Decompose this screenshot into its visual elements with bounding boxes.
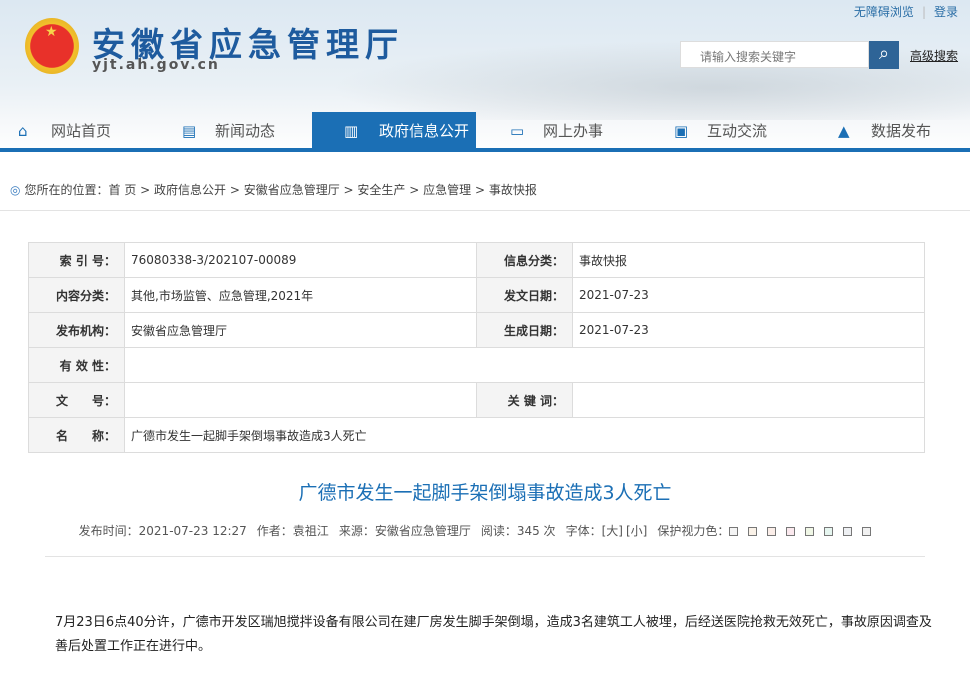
home-icon: ⌂ [18, 122, 28, 140]
site-domain: yjt.ah.gov.cn [92, 57, 220, 73]
table-row: 索 引 号： 76080338-3/202107-00089 信息分类： 事故快报 [28, 242, 925, 278]
monitor-icon: ▭ [510, 122, 525, 140]
breadcrumb-link[interactable]: 事故快报 [489, 183, 537, 197]
breadcrumb-link[interactable]: 首 页 [109, 183, 137, 197]
font-large-button[interactable]: [大] [602, 524, 623, 538]
table-row: 内容分类： 其他,市场监管、应急管理,2021年 发文日期： 2021-07-23 [28, 277, 925, 313]
location-pin-icon: ◎ [10, 183, 21, 197]
info-table: 索 引 号： 76080338-3/202107-00089 信息分类： 事故快报 内… [28, 242, 925, 453]
table-row: 名 称： 广德市发生一起脚手架倒塌事故造成3人死亡 [28, 417, 925, 453]
table-row: 有 效 性： [28, 347, 925, 383]
color-swatch[interactable] [824, 527, 834, 536]
breadcrumb-link[interactable]: 政府信息公开 [154, 183, 226, 197]
article-meta: 发布时间：2021-07-23 12:27 作者：袁祖江 来源：安徽省应急管理厅 阅读… [0, 522, 970, 539]
color-swatch[interactable] [767, 527, 777, 536]
chart-icon: ▲ [838, 122, 850, 140]
news-icon: ▤ [182, 122, 197, 140]
main-nav: ⌂ 网站首页 ▤ 新闻动态 ▥ 政府信息公开 ▭ 网上办事 ▣ 互动交流 ▲ 数据发布 [0, 112, 970, 152]
divider [0, 210, 970, 211]
national-emblem-logo: ★ [25, 18, 79, 74]
color-swatch[interactable] [805, 527, 815, 536]
breadcrumb-link[interactable]: 安全生产 [357, 183, 405, 197]
article-title: 广德市发生一起脚手架倒塌事故造成3人死亡 [298, 482, 672, 504]
eye-color-swatches [729, 524, 881, 538]
color-swatch[interactable] [862, 527, 872, 536]
color-swatch[interactable] [748, 527, 758, 536]
nav-gov-info[interactable]: ▥ 政府信息公开 [312, 112, 476, 152]
site-header: ★ 安徽省应急管理厅 yjt.ah.gov.cn 无障碍浏览 | 登录 请输入搜索关… [0, 0, 970, 152]
chat-icon: ▣ [674, 122, 689, 140]
color-swatch[interactable] [729, 527, 739, 536]
login-link[interactable]: 登录 [934, 5, 958, 19]
top-links: 无障碍浏览 | 登录 [853, 5, 958, 19]
nav-data[interactable]: ▲ 数据发布 [820, 112, 970, 152]
nav-online-service[interactable]: ▭ 网上办事 [492, 112, 656, 152]
article-body: 7月23日6点40分许，广德市开发区瑞旭搅拌设备有限公司在建厂房发生脚手架倒塌，… [55, 615, 932, 654]
search-input[interactable]: 请输入搜索关键字 [680, 41, 869, 68]
nav-interaction[interactable]: ▣ 互动交流 [656, 112, 820, 152]
nav-home[interactable]: ⌂ 网站首页 [0, 112, 164, 152]
nav-news[interactable]: ▤ 新闻动态 [164, 112, 328, 152]
table-row: 文 号：关 键 词： [28, 382, 925, 418]
divider [45, 556, 925, 557]
breadcrumb-link[interactable]: 应急管理 [423, 183, 471, 197]
advanced-search-link[interactable]: 高级搜索 [910, 47, 958, 64]
document-icon: ▥ [344, 122, 359, 140]
accessibility-link[interactable]: 无障碍浏览 [854, 5, 914, 19]
breadcrumb: ◎ 您所在的位置：首 页 > 政府信息公开 > 安徽省应急管理厅 > 安全生产 >… [10, 183, 537, 197]
search-button[interactable]: ⌕ [869, 41, 899, 69]
color-swatch[interactable] [786, 527, 796, 536]
breadcrumb-link[interactable]: 安徽省应急管理厅 [244, 183, 340, 197]
table-row: 发布机构： 安徽省应急管理厅 生成日期： 2021-07-23 [28, 312, 925, 348]
search-icon: ⌕ [878, 43, 890, 64]
color-swatch[interactable] [843, 527, 853, 536]
font-small-button[interactable]: [小] [626, 524, 647, 538]
